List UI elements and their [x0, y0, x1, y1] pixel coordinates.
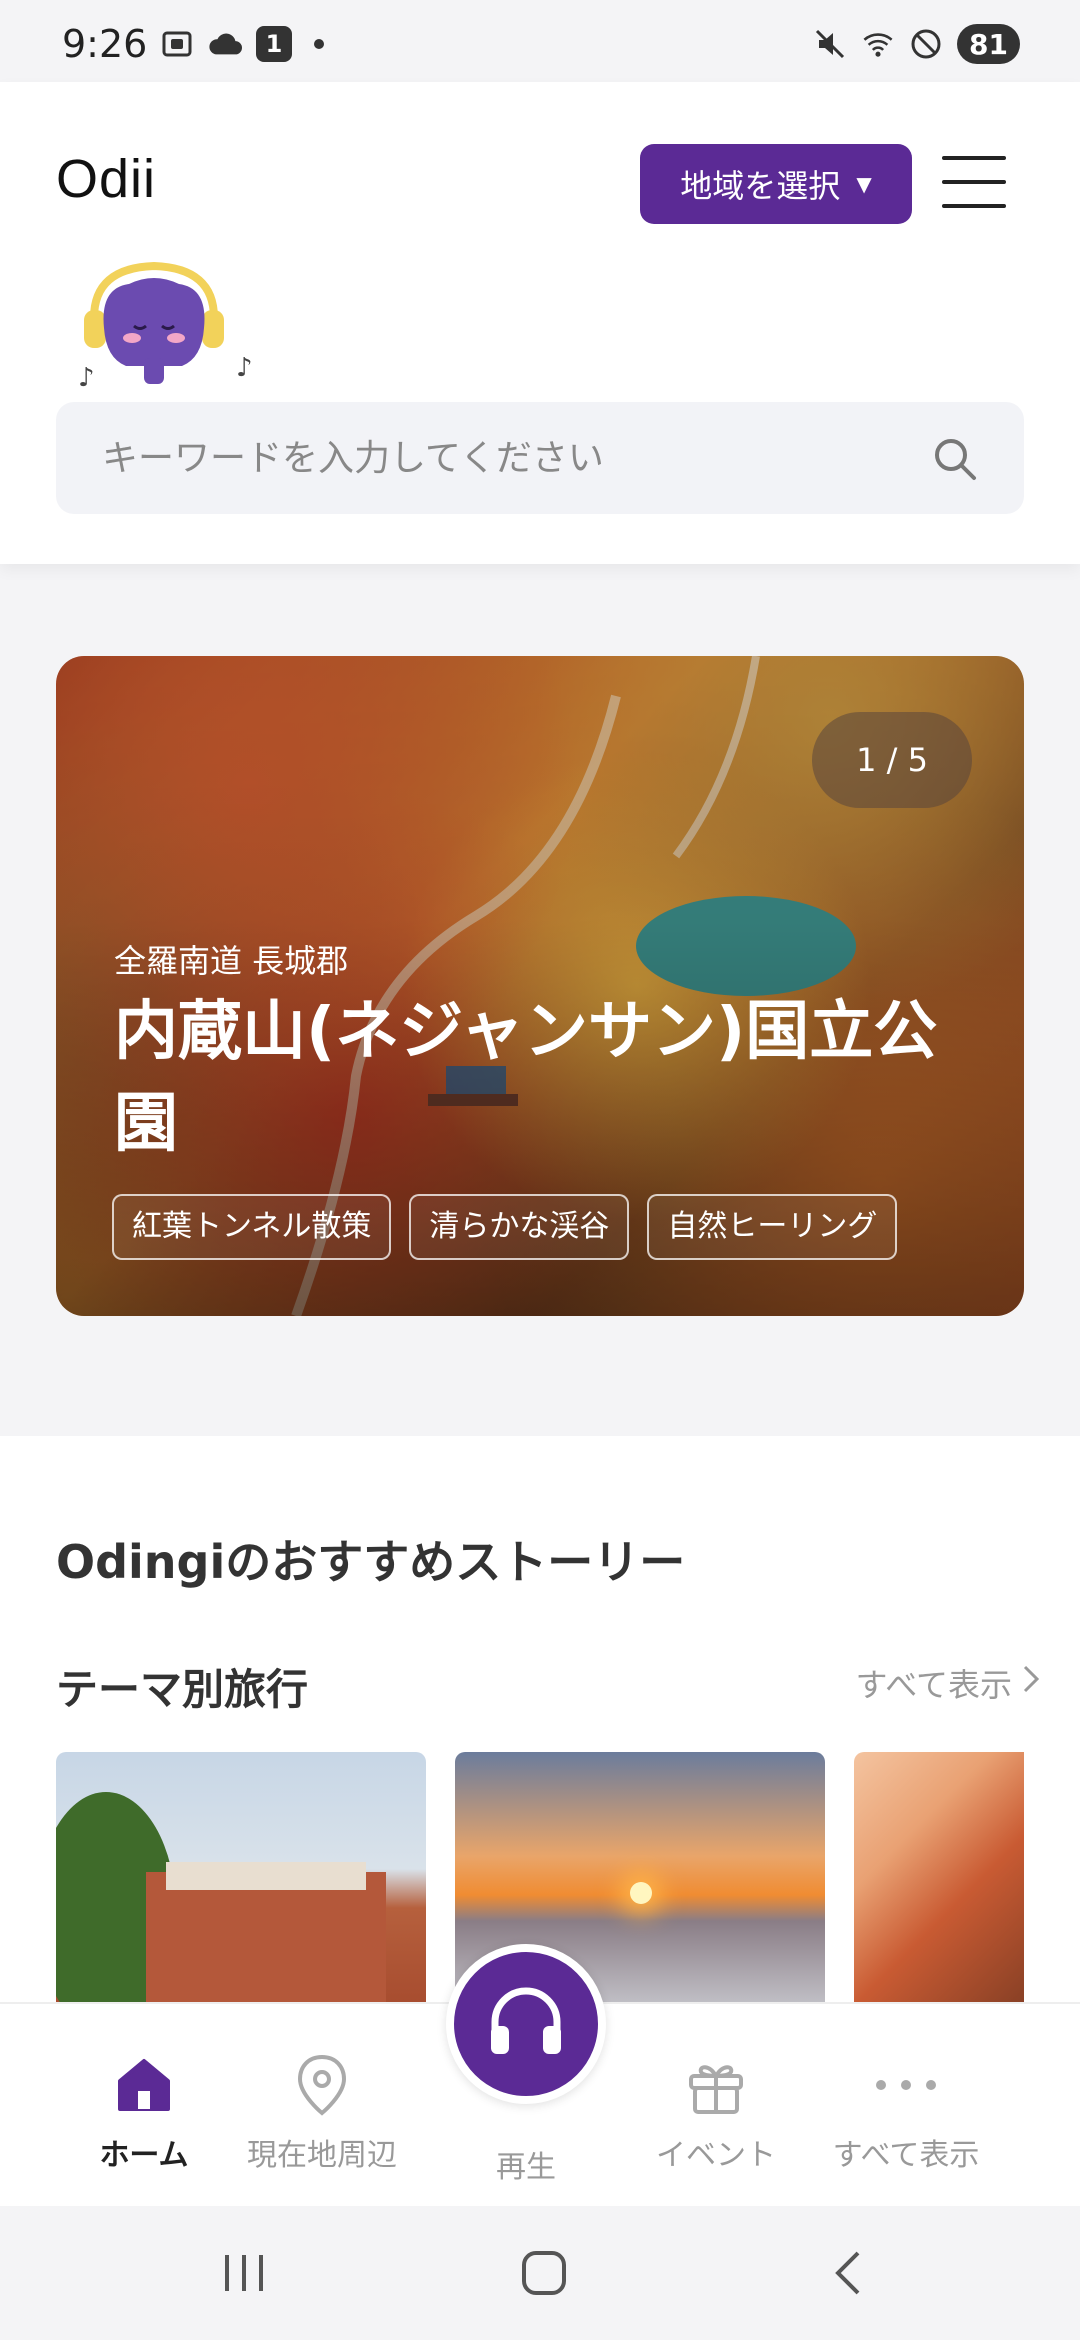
svg-text:♪: ♪ [236, 353, 253, 383]
status-left-icons: 1 [160, 26, 324, 62]
more-dots-icon [871, 2050, 941, 2120]
featured-carousel-card[interactable]: 1 / 5 全羅南道 長城郡 内蔵山(ネジャンサン)国立公園 紅葉トンネル散策 … [56, 656, 1024, 1316]
region-select-label: 地域を選択 [680, 167, 841, 205]
section-title: Odingiのおすすめストーリー [56, 1535, 686, 1589]
gift-icon [681, 2050, 751, 2120]
location-pin-icon [287, 2050, 357, 2120]
back-icon[interactable] [808, 2240, 888, 2306]
theme-card[interactable] [56, 1752, 426, 2012]
hamburger-menu-icon[interactable] [942, 156, 1006, 208]
nav-label: ホーム [99, 2138, 189, 2173]
system-navigation-bar [0, 2206, 1080, 2340]
wifi-icon [861, 27, 895, 61]
theme-card[interactable] [854, 1752, 1024, 2012]
screenshot-icon [160, 27, 194, 61]
cloud-icon [208, 27, 242, 61]
hero-tag: 清らかな渓谷 [409, 1194, 630, 1260]
search-bar [56, 402, 1024, 514]
see-all-link[interactable]: すべて表示 [856, 1660, 1040, 1706]
nav-label: 現在地周辺 [247, 2138, 397, 2173]
clock: 9:26 [62, 22, 148, 66]
status-right-icons: 81 [813, 24, 1020, 64]
mute-icon [813, 27, 847, 61]
hero-location: 全羅南道 長城郡 [114, 942, 349, 980]
headphones-icon [487, 1986, 565, 2062]
nav-event[interactable]: イベント [616, 2004, 816, 2208]
status-bar: 9:26 1 81 [0, 0, 1080, 82]
theme-travel-title: テーマ別旅行 [56, 1665, 309, 1714]
mascot-illustration: ♪ ♪ [74, 258, 270, 393]
nav-label: すべて表示 [832, 2138, 980, 2173]
carousel-page-indicator: 1 / 5 [812, 712, 972, 808]
play-audio-button[interactable] [446, 1944, 606, 2104]
notification-count-badge: 1 [256, 26, 292, 62]
bottom-navigation: ホーム 現在地周辺 再生 イベント すべて表示 [0, 1944, 1080, 2208]
chevron-right-icon [1022, 1664, 1040, 1702]
recommended-stories-section: Odingiのおすすめストーリー テーマ別旅行 すべて表示 [0, 1436, 1080, 2012]
recent-apps-icon[interactable] [204, 2240, 284, 2306]
svg-text:♪: ♪ [78, 363, 95, 388]
nav-home[interactable]: ホーム [44, 2004, 244, 2208]
nav-more[interactable]: すべて表示 [806, 2004, 1006, 2208]
app-logo[interactable]: Odii [56, 148, 156, 210]
hero-tag: 自然ヒーリング [647, 1194, 898, 1260]
see-all-label: すべて表示 [855, 1666, 1012, 1704]
app-header: Odii 地域を選択 ▼ ♪ ♪ [0, 82, 1080, 564]
hero-tags: 紅葉トンネル散策 清らかな渓谷 自然ヒーリング [112, 1194, 898, 1260]
search-icon[interactable] [932, 436, 978, 482]
battery-indicator: 81 [957, 24, 1020, 64]
search-input[interactable] [102, 402, 902, 514]
more-notifications-dot [314, 39, 324, 49]
play-label: 再生 [496, 2150, 556, 2185]
do-not-disturb-icon [909, 27, 943, 61]
caret-down-icon: ▼ [856, 172, 872, 196]
home-nav-icon[interactable] [504, 2240, 584, 2306]
hero-tag: 紅葉トンネル散策 [112, 1194, 392, 1260]
nav-label: イベント [656, 2138, 776, 2173]
hero-title: 内蔵山(ネジャンサン)国立公園 [114, 995, 938, 1161]
nav-nearby[interactable]: 現在地周辺 [222, 2004, 422, 2208]
home-icon [109, 2050, 179, 2120]
region-select-button[interactable]: 地域を選択 ▼ [640, 144, 912, 224]
